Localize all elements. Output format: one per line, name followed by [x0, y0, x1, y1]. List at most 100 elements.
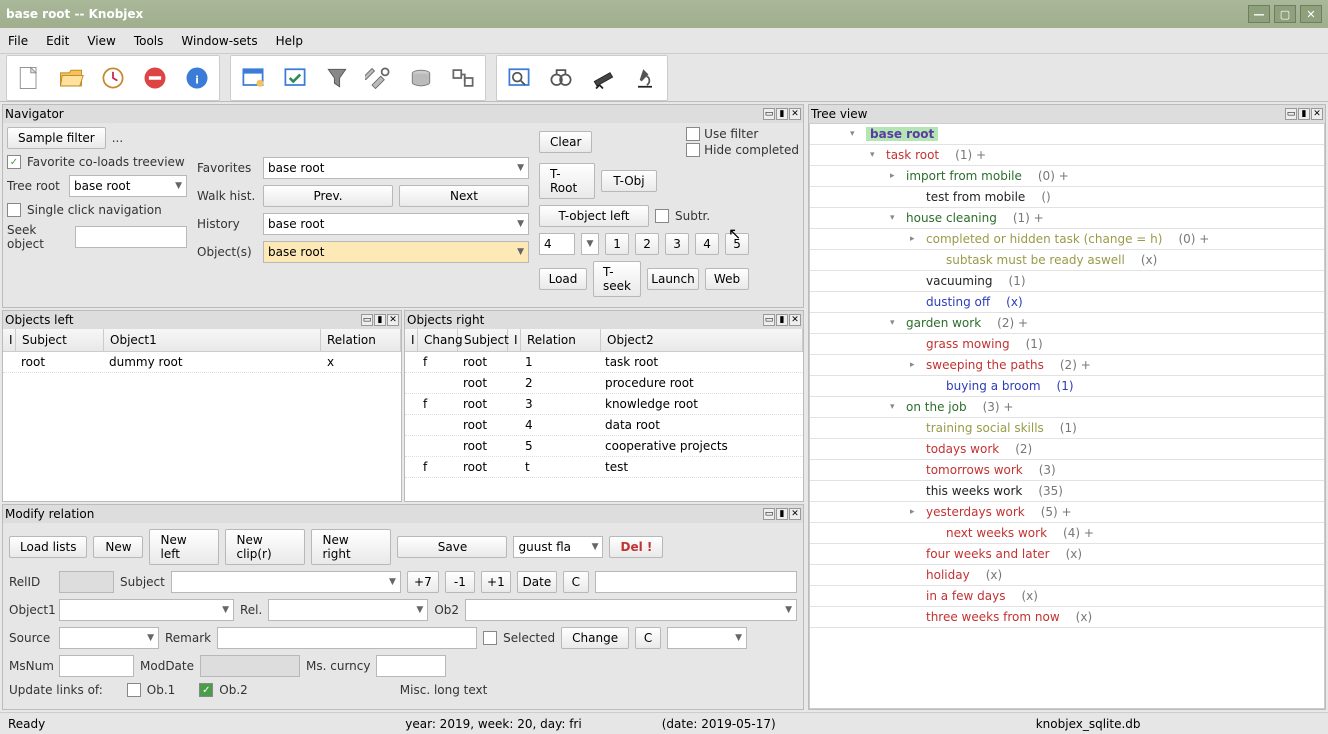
table-row[interactable]: frootttest	[405, 457, 803, 478]
selected-checkbox[interactable]	[483, 631, 497, 645]
tree-item[interactable]: subtask must be ready aswell(x)	[810, 250, 1324, 271]
tree-item[interactable]: tomorrows work(3)	[810, 460, 1324, 481]
plus7-button[interactable]: +7	[407, 571, 439, 593]
panel-close-icon[interactable]: ✕	[1311, 108, 1323, 120]
subtr-checkbox[interactable]	[655, 209, 669, 223]
panel-restore-icon[interactable]: ▭	[763, 314, 775, 326]
panel-restore-icon[interactable]: ▭	[763, 108, 775, 120]
menu-view[interactable]: View	[87, 34, 115, 48]
tree-item[interactable]: ▸yesterdays work(5) +	[810, 502, 1324, 523]
maximize-button[interactable]: ▢	[1274, 5, 1296, 23]
tb-zoom-icon[interactable]	[499, 58, 539, 98]
table-row[interactable]: root2procedure root	[405, 373, 803, 394]
c-button-2[interactable]: C	[635, 627, 661, 649]
launch-button[interactable]: Launch	[647, 268, 699, 290]
menu-file[interactable]: File	[8, 34, 28, 48]
history-combo[interactable]: base root▼	[263, 213, 529, 235]
tree-item[interactable]: vacuuming(1)	[810, 271, 1324, 292]
change-button[interactable]: Change	[561, 627, 629, 649]
web-button[interactable]: Web	[705, 268, 749, 290]
objright-col-chang[interactable]: Chang	[418, 329, 458, 351]
objleft-col-i[interactable]: I	[3, 329, 16, 351]
objright-col-i2[interactable]: I	[508, 329, 521, 351]
tree-item[interactable]: ▸import from mobile(0) +	[810, 166, 1324, 187]
minus1-button[interactable]: -1	[445, 571, 475, 593]
tree-item[interactable]: training social skills(1)	[810, 418, 1324, 439]
tree-item[interactable]: buying a broom(1)	[810, 376, 1324, 397]
tree-root-combo[interactable]: base root▼	[69, 175, 187, 197]
next-button[interactable]: Next	[399, 185, 529, 207]
load-button[interactable]: Load	[539, 268, 587, 290]
tree-item[interactable]: ▾base root	[810, 124, 1324, 145]
tree-item[interactable]: todays work(2)	[810, 439, 1324, 460]
sample-filter-button[interactable]: Sample filter	[7, 127, 106, 149]
num-combo[interactable]: 4	[539, 233, 575, 255]
user-combo[interactable]: guust fla▼	[513, 536, 603, 558]
num-2-button[interactable]: 2	[635, 233, 659, 255]
tree-item[interactable]: ▾house cleaning(1) +	[810, 208, 1324, 229]
tree-item[interactable]: three weeks from now(x)	[810, 607, 1324, 628]
rel-combo[interactable]: ▼	[268, 599, 428, 621]
delete-button[interactable]: Del !	[609, 536, 663, 558]
curncy-input[interactable]	[376, 655, 446, 677]
panel-restore-icon[interactable]: ▭	[763, 508, 775, 520]
load-lists-button[interactable]: Load lists	[9, 536, 87, 558]
tree-item[interactable]: next weeks work(4) +	[810, 523, 1324, 544]
tb-open-icon[interactable]	[51, 58, 91, 98]
objright-col-relation[interactable]: Relation	[521, 329, 601, 351]
num-5-button[interactable]: 5	[725, 233, 749, 255]
panel-pin-icon[interactable]: ▮	[776, 314, 788, 326]
tb-telescope-icon[interactable]	[583, 58, 623, 98]
minimize-button[interactable]: —	[1248, 5, 1270, 23]
num-4-button[interactable]: 4	[695, 233, 719, 255]
prev-button[interactable]: Prev.	[263, 185, 393, 207]
single-click-checkbox[interactable]	[7, 203, 21, 217]
object1-combo[interactable]: ▼	[59, 599, 234, 621]
menu-windowsets[interactable]: Window-sets	[181, 34, 257, 48]
tree-item[interactable]: this weeks work(35)	[810, 481, 1324, 502]
panel-close-icon[interactable]: ✕	[789, 314, 801, 326]
troot-button[interactable]: T-Root	[539, 163, 595, 199]
clear-button[interactable]: Clear	[539, 131, 592, 153]
date-button[interactable]: Date	[517, 571, 557, 593]
plus1-button[interactable]: +1	[481, 571, 511, 593]
change-combo[interactable]: ▼	[667, 627, 747, 649]
date-input[interactable]	[595, 571, 797, 593]
objects-combo[interactable]: base root▼	[263, 241, 529, 263]
subject-combo[interactable]: ▼	[171, 571, 401, 593]
panel-pin-icon[interactable]: ▮	[776, 508, 788, 520]
tb-window-icon[interactable]	[233, 58, 273, 98]
menu-edit[interactable]: Edit	[46, 34, 69, 48]
tree-item[interactable]: test from mobile()	[810, 187, 1324, 208]
tb-link-icon[interactable]	[443, 58, 483, 98]
tseek-button[interactable]: T-seek	[593, 261, 641, 297]
menu-help[interactable]: Help	[276, 34, 303, 48]
tb-info-icon[interactable]: i	[177, 58, 217, 98]
panel-close-icon[interactable]: ✕	[789, 108, 801, 120]
source-combo[interactable]: ▼	[59, 627, 159, 649]
tree-item[interactable]: ▾garden work(2) +	[810, 313, 1324, 334]
tb-delete-icon[interactable]	[135, 58, 175, 98]
panel-close-icon[interactable]: ✕	[789, 508, 801, 520]
tb-tools-icon[interactable]	[359, 58, 399, 98]
table-row[interactable]: root5cooperative projects	[405, 436, 803, 457]
panel-close-icon[interactable]: ✕	[387, 314, 399, 326]
panel-restore-icon[interactable]: ▭	[361, 314, 373, 326]
tb-new-icon[interactable]	[9, 58, 49, 98]
tb-history-icon[interactable]	[93, 58, 133, 98]
new-left-button[interactable]: New left	[149, 529, 219, 565]
panel-pin-icon[interactable]: ▮	[776, 108, 788, 120]
tree-item[interactable]: four weeks and later(x)	[810, 544, 1324, 565]
panel-pin-icon[interactable]: ▮	[374, 314, 386, 326]
tb-check-icon[interactable]	[275, 58, 315, 98]
tree-item[interactable]: in a few days(x)	[810, 586, 1324, 607]
tb-filter-icon[interactable]	[317, 58, 357, 98]
tree-item[interactable]: ▸sweeping the paths(2) +	[810, 355, 1324, 376]
num-1-button[interactable]: 1	[605, 233, 629, 255]
ob2-checkbox[interactable]: ✓	[199, 683, 213, 697]
tree-item[interactable]: ▸completed or hidden task (change = h)(0…	[810, 229, 1324, 250]
new-button[interactable]: New	[93, 536, 143, 558]
msnum-input[interactable]	[59, 655, 134, 677]
objright-col-object2[interactable]: Object2	[601, 329, 803, 351]
tobj-button[interactable]: T-Obj	[601, 170, 657, 192]
